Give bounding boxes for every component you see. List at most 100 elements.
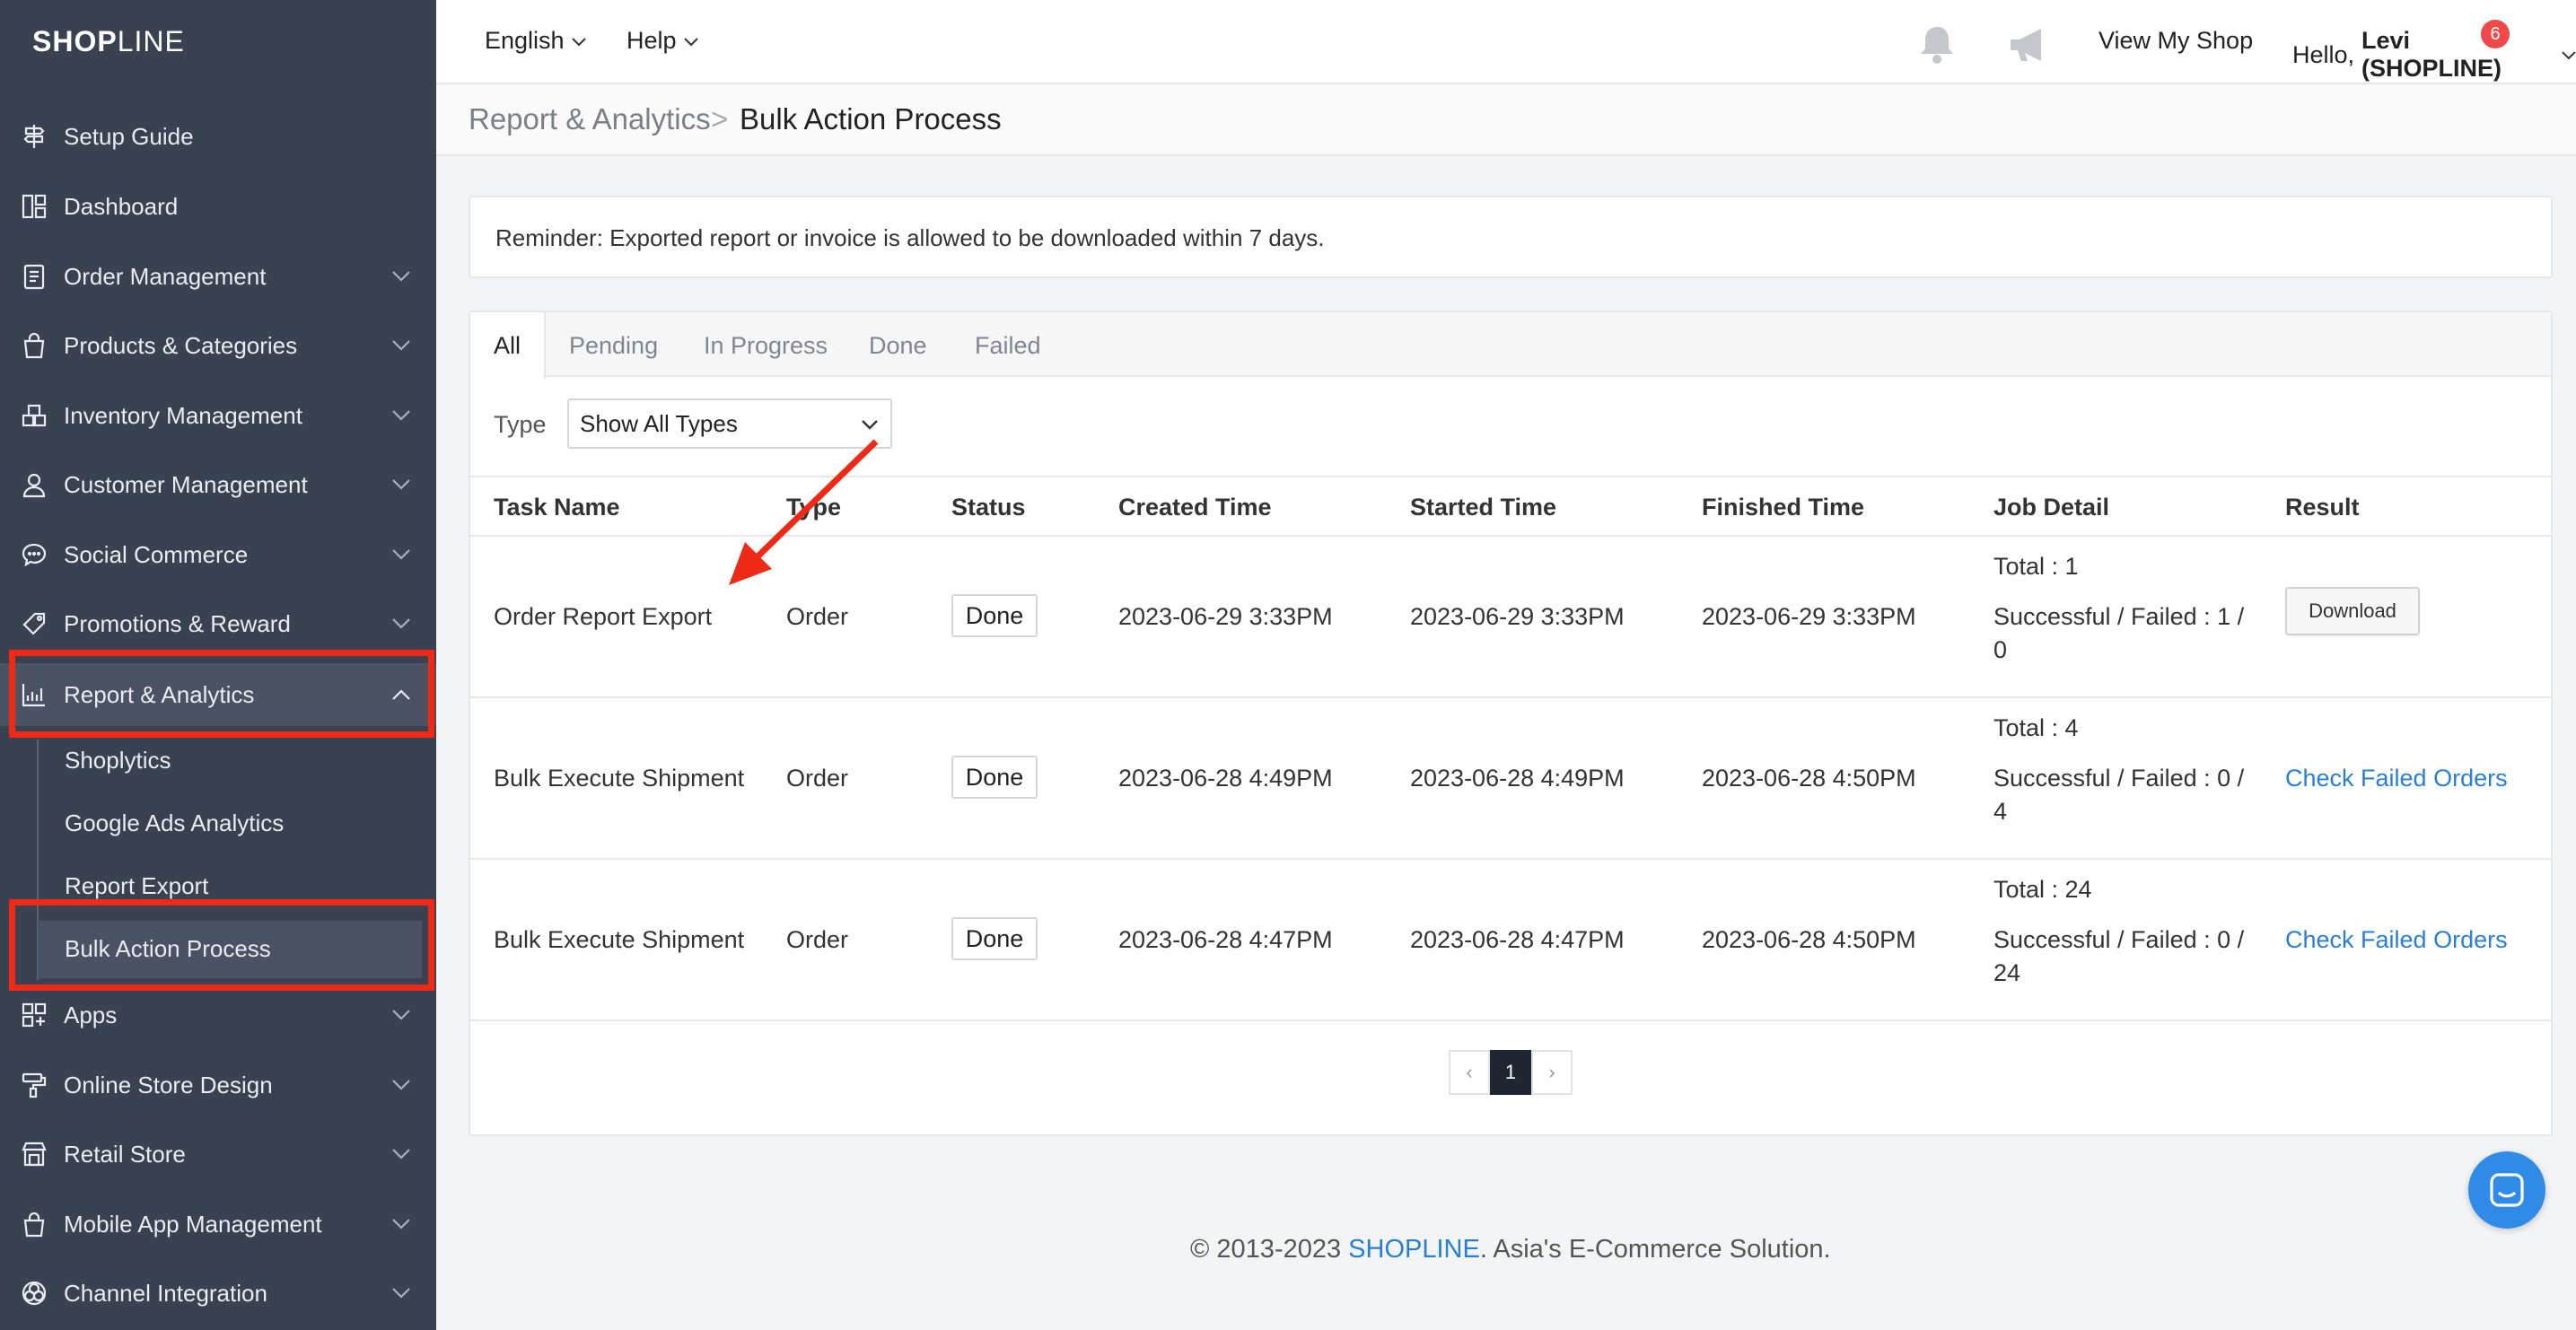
help-dropdown[interactable]: Help <box>626 27 698 55</box>
created-time: 2023-06-29 3:33PM <box>1118 603 1333 630</box>
task-type: Order <box>786 603 849 630</box>
top-bar: English Help 6 View My Shop Hello, Levi … <box>436 0 2576 84</box>
table-header: Task Name Type Status Created Time Start… <box>470 476 2551 537</box>
user-icon <box>20 470 48 499</box>
bell-icon[interactable] <box>1917 23 1957 69</box>
prev-page-button[interactable]: ‹ <box>1449 1050 1490 1095</box>
breadcrumb: Report & Analytics > Bulk Action Process <box>436 84 2576 156</box>
chevron-down-icon <box>390 1142 413 1166</box>
job-total: Total : 1 <box>1993 553 2079 580</box>
sidebar-item-setup-guide[interactable]: Setup Guide <box>0 105 436 168</box>
breadcrumb-parent[interactable]: Report & Analytics <box>469 102 711 136</box>
bulk-action-panel: All Pending In Progress Done Failed Type… <box>469 311 2553 1136</box>
page-title: Bulk Action Process <box>740 102 1002 136</box>
job-detail: Successful / Failed : 1 / <box>1993 603 2245 630</box>
tab-pending[interactable]: Pending <box>569 332 658 360</box>
type-filter-label: Type <box>494 411 547 438</box>
status-badge: Done <box>951 917 1038 960</box>
sidebar-subitem-shoplytics[interactable]: Shoplytics <box>65 735 171 785</box>
signpost-icon <box>20 122 48 151</box>
user-menu[interactable]: Hello, Levi (SHOPLINE) <box>2292 27 2576 83</box>
sidebar-item-mobile-app-management[interactable]: Mobile App Management <box>0 1193 436 1256</box>
tab-failed[interactable]: Failed <box>975 332 1041 360</box>
column-header: Job Detail <box>1993 494 2110 521</box>
started-time: 2023-06-28 4:49PM <box>1410 765 1625 792</box>
chevron-down-icon <box>390 612 413 635</box>
tab-in-progress[interactable]: In Progress <box>704 332 828 360</box>
mobile-bag-icon <box>20 1210 48 1238</box>
sidebar-item-inventory-management[interactable]: Inventory Management <box>0 384 436 447</box>
view-my-shop-link[interactable]: View My Shop <box>2098 27 2253 55</box>
pagination: ‹ 1 › <box>1449 1050 1573 1095</box>
sidebar-item-promotions-reward[interactable]: Promotions & Reward <box>0 592 436 655</box>
clipboard-icon <box>20 262 48 291</box>
user-name: Levi (SHOPLINE) <box>2361 27 2502 82</box>
chevron-down-icon <box>390 1212 413 1236</box>
task-type: Order <box>786 765 849 792</box>
shopline-logo[interactable]: SHOPLINE <box>32 25 185 58</box>
job-total: Total : 4 <box>1993 714 2079 741</box>
job-total: Total : 24 <box>1993 876 2092 903</box>
status-badge: Done <box>951 756 1038 799</box>
sidebar-item-dashboard[interactable]: Dashboard <box>0 175 436 238</box>
sidebar-item-apps[interactable]: Apps <box>0 984 436 1046</box>
check-failed-orders-link[interactable]: Check Failed Orders <box>2285 765 2508 792</box>
chat-support-button[interactable] <box>2468 1151 2545 1229</box>
sidebar-item-channel-integration[interactable]: Channel Integration <box>0 1262 436 1325</box>
paint-roller-icon <box>20 1071 48 1099</box>
reminder-notice: Reminder: Exported report or invoice is … <box>469 196 2553 278</box>
language-dropdown[interactable]: English <box>485 27 586 55</box>
started-time: 2023-06-28 4:47PM <box>1410 926 1625 953</box>
sidebar-item-online-store-design[interactable]: Online Store Design <box>0 1054 436 1116</box>
store-icon <box>20 1140 48 1168</box>
sidebar-item-social-commerce[interactable]: Social Commerce <box>0 523 436 586</box>
chevron-down-icon <box>390 1282 413 1305</box>
download-button[interactable]: Download <box>2285 587 2420 635</box>
finished-time: 2023-06-28 4:50PM <box>1702 765 1916 792</box>
created-time: 2023-06-28 4:47PM <box>1118 926 1333 953</box>
job-detail-failed: 0 <box>1993 636 2008 663</box>
chat-icon <box>2490 1173 2524 1207</box>
job-detail: Successful / Failed : 0 / <box>1993 765 2245 792</box>
chat-bubble-icon <box>20 540 48 569</box>
page-1-button[interactable]: 1 <box>1490 1050 1531 1095</box>
shopping-bag-icon <box>20 331 48 360</box>
sidebar-item-retail-store[interactable]: Retail Store <box>0 1123 436 1186</box>
column-header: Created Time <box>1118 494 1272 521</box>
chevron-down-icon <box>390 473 413 496</box>
chevron-down-icon <box>390 265 413 288</box>
chevron-down-icon <box>390 1073 413 1097</box>
tag-icon <box>20 609 48 638</box>
breadcrumb-separator: > <box>711 102 729 136</box>
tab-all[interactable]: All <box>494 332 521 360</box>
job-detail: Successful / Failed : 0 / <box>1993 926 2245 953</box>
chevron-down-icon <box>862 420 878 430</box>
column-header: Finished Time <box>1702 494 1865 521</box>
sidebar-item-products-categories[interactable]: Products & Categories <box>0 314 436 377</box>
check-failed-orders-link[interactable]: Check Failed Orders <box>2285 926 2508 954</box>
footer: © 2013-2023 SHOPLINE. Asia's E-Commerce … <box>1190 1235 1831 1264</box>
chevron-down-icon <box>683 37 698 46</box>
column-header: Status <box>951 494 1026 521</box>
footer-brand-link[interactable]: SHOPLINE <box>1348 1235 1480 1264</box>
column-header: Type <box>786 494 842 521</box>
task-type: Order <box>786 926 849 953</box>
chevron-down-icon <box>390 543 413 566</box>
sidebar-item-order-management[interactable]: Order Management <box>0 245 436 308</box>
status-tabs: All Pending In Progress Done Failed <box>470 312 2551 379</box>
column-header: Result <box>2285 494 2360 521</box>
next-page-button[interactable]: › <box>1531 1050 1573 1095</box>
finished-time: 2023-06-29 3:33PM <box>1702 603 1916 630</box>
megaphone-icon[interactable] <box>2007 25 2052 69</box>
sidebar-item-customer-management[interactable]: Customer Management <box>0 453 436 516</box>
column-header: Started Time <box>1410 494 1557 521</box>
chevron-down-icon <box>390 404 413 427</box>
apps-grid-icon <box>20 1001 48 1029</box>
finished-time: 2023-06-28 4:50PM <box>1702 926 1916 953</box>
chevron-down-icon <box>571 37 586 46</box>
type-filter-select[interactable]: Show All Types <box>567 398 892 449</box>
created-time: 2023-06-28 4:49PM <box>1118 765 1333 792</box>
started-time: 2023-06-29 3:33PM <box>1410 603 1625 630</box>
tab-done[interactable]: Done <box>869 332 927 360</box>
sidebar-subitem-google-ads-analytics[interactable]: Google Ads Analytics <box>65 798 284 848</box>
